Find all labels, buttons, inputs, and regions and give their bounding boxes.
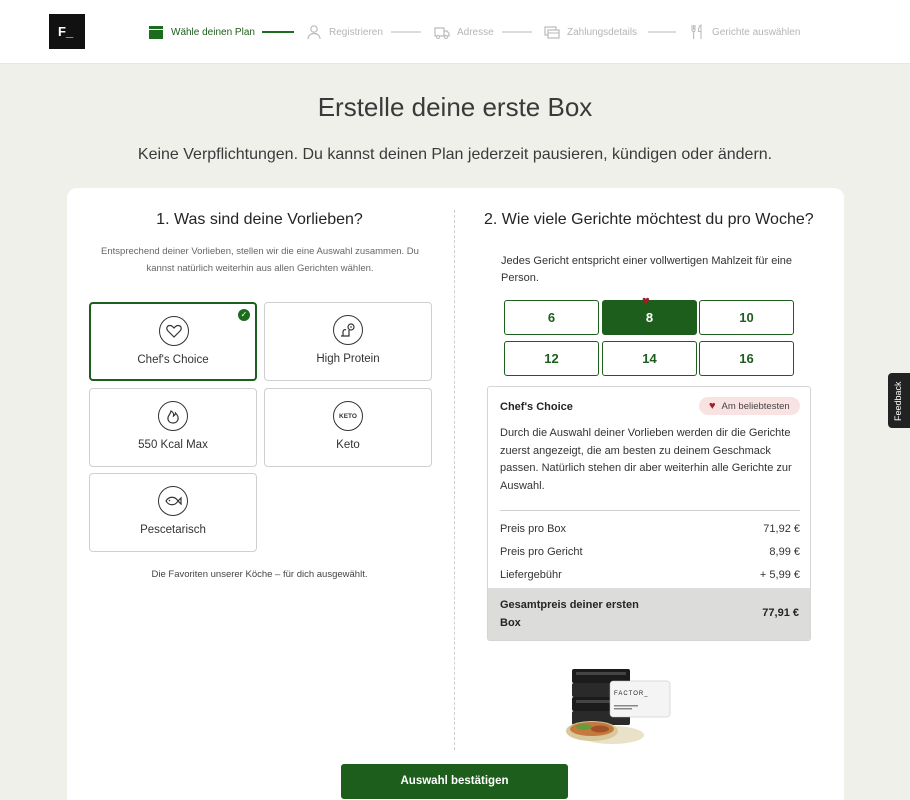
top-header: F_ Wähle deinen Plan Registrieren Adress…	[0, 0, 910, 64]
confirm-selection-button[interactable]: Auswahl bestätigen	[341, 764, 568, 799]
step-payment: Zahlungsdetails	[544, 22, 637, 42]
step-label: Wähle deinen Plan	[171, 26, 255, 38]
preferences-description: Entsprechend deiner Vorlieben, stellen w…	[101, 246, 419, 274]
meal-count-option-10[interactable]: 10	[699, 300, 794, 335]
step-choose-meals: Gerichte auswählen	[689, 22, 800, 42]
price-label: Preis pro Box	[500, 523, 567, 535]
page-subtitle: Keine Verpflichtungen. Du kannst deinen …	[137, 146, 773, 163]
credit-card-icon	[544, 26, 560, 39]
product-brand-label: FACTOR_	[614, 691, 649, 697]
feedback-tab[interactable]: Feedback	[888, 373, 910, 428]
price-label: Preis pro Gericht	[500, 546, 583, 558]
pref-option-keto[interactable]: KETO Keto	[264, 388, 432, 467]
popular-badge: ♥ Am beliebtesten	[699, 397, 800, 415]
meal-count-option-14[interactable]: 14	[602, 341, 697, 376]
pref-option-high-protein[interactable]: High Protein	[264, 302, 432, 381]
plan-card: 1. Was sind deine Vorlieben? Entsprechen…	[67, 188, 844, 800]
step-label: Registrieren	[329, 26, 383, 38]
price-row: Liefergebühr + 5,99 €	[500, 569, 800, 581]
meal-count-option-6[interactable]: 6	[504, 300, 599, 335]
progress-stepper: Wähle deinen Plan Registrieren Adresse Z…	[148, 22, 808, 42]
heart-icon: ♥	[709, 400, 716, 412]
price-row: Preis pro Gericht 8,99 €	[500, 546, 800, 558]
fork-knife-icon	[691, 24, 702, 39]
step-connector	[391, 31, 421, 33]
meals-title: 2. Wie viele Gerichte möchtest du pro Wo…	[484, 211, 814, 228]
step-address: Adresse	[434, 22, 494, 42]
price-value: 71,92 €	[763, 523, 800, 535]
user-icon	[307, 25, 321, 40]
factor-logo[interactable]: F_	[49, 14, 85, 49]
pref-label: Pescetarisch	[140, 524, 206, 536]
price-value: + 5,99 €	[759, 569, 800, 581]
feedback-label: Feedback	[893, 381, 903, 421]
delivery-truck-icon	[434, 27, 450, 39]
box-icon	[149, 26, 163, 39]
preferences-footnote: Die Favoriten unserer Köche – für dich a…	[151, 569, 368, 580]
pref-label: 550 Kcal Max	[138, 439, 208, 451]
preferences-title: 1. Was sind deine Vorlieben?	[156, 211, 363, 228]
step-connector	[502, 31, 532, 33]
heart-icon	[159, 316, 189, 346]
keto-icon: KETO	[333, 401, 363, 431]
step-label: Zahlungsdetails	[567, 26, 638, 38]
pref-option-550-kcal[interactable]: 550 Kcal Max	[89, 388, 257, 467]
protein-icon	[333, 315, 363, 345]
total-label: Gesamtpreis deiner ersten Box	[500, 599, 639, 629]
step-connector	[262, 31, 294, 33]
summary-description: Durch die Auswahl deiner Vorlieben werde…	[500, 427, 792, 492]
meal-count-option-8[interactable]: ♥ 8	[602, 294, 697, 335]
pref-label: Chef's Choice	[137, 354, 209, 366]
total-price-row: Gesamtpreis deiner ersten Box 77,91 €	[488, 588, 810, 640]
checkmark-icon: ✓	[238, 309, 250, 321]
heart-icon: ♥	[642, 293, 650, 308]
meal-count-label: 8	[645, 310, 654, 325]
price-label: Liefergebühr	[500, 569, 562, 581]
badge-label: Am beliebtesten	[721, 401, 790, 412]
price-value: 8,99 €	[769, 546, 800, 558]
step-register: Registrieren	[306, 22, 383, 42]
total-value: 77,91 €	[762, 607, 799, 619]
product-box-image: FACTOR_	[566, 669, 671, 744]
plan-summary: Chef's Choice ♥ Am beliebtesten Durch die…	[487, 386, 811, 641]
step-connector	[648, 31, 676, 33]
price-row: Preis pro Box 71,92 €	[500, 523, 800, 535]
column-divider	[454, 210, 455, 750]
meal-count-option-16[interactable]: 16	[699, 341, 794, 376]
meal-count-option-12[interactable]: 12	[504, 341, 599, 376]
pref-option-chefs-choice[interactable]: ✓ Chef's Choice	[89, 302, 257, 381]
step-label: Adresse	[457, 26, 494, 38]
pref-option-pescetarian[interactable]: Pescetarisch	[89, 473, 257, 552]
flame-icon	[158, 401, 188, 431]
meals-description: Jedes Gericht entspricht einer vollwerti…	[501, 255, 793, 284]
summary-plan-name: Chef's Choice	[500, 401, 573, 413]
pref-label: Keto	[336, 439, 360, 451]
summary-divider	[500, 510, 800, 511]
fish-icon	[158, 486, 188, 516]
step-choose-plan: Wähle deinen Plan	[148, 22, 255, 42]
pref-label: High Protein	[316, 353, 380, 365]
page-title: Erstelle deine erste Box	[317, 92, 593, 122]
step-label: Gerichte auswählen	[712, 26, 801, 38]
